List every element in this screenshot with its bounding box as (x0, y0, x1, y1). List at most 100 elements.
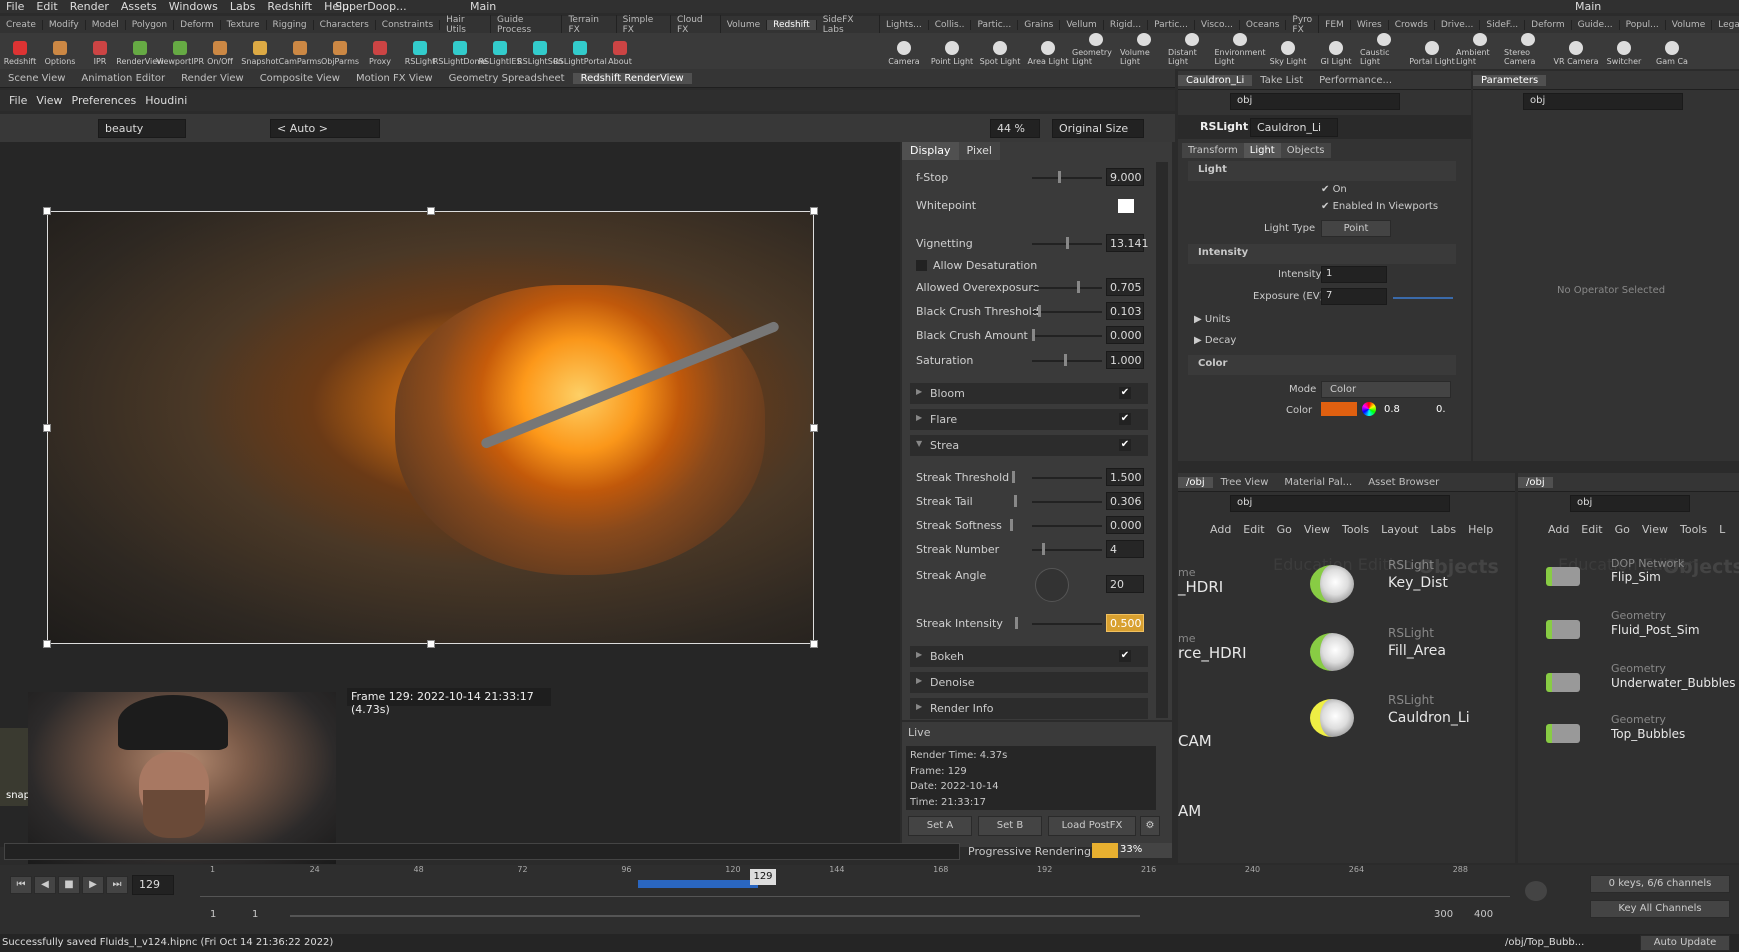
node-name[interactable]: Cauldron_Li (1388, 710, 1470, 727)
shelf-tab[interactable]: Rigid... (1104, 19, 1149, 30)
shelf-tab[interactable]: Lights... (880, 19, 929, 30)
denoise-section[interactable]: ▶ Denoise (910, 672, 1148, 693)
jump-start-icon[interactable]: ⏮ (10, 876, 32, 894)
net-left-label[interactable]: CAM (1178, 732, 1212, 750)
net-menu-item[interactable]: Tools (1680, 523, 1707, 536)
geo-node[interactable] (1546, 620, 1580, 639)
shelf-tab[interactable]: Wires (1351, 19, 1389, 30)
streak-softness-knob[interactable] (1010, 519, 1013, 531)
status-path[interactable]: /obj/Top_Bubb... (1505, 937, 1584, 948)
rv-menu-item[interactable]: File (9, 94, 27, 107)
shelf-tab[interactable]: Guide... (1572, 19, 1620, 30)
allow-desat-checkbox[interactable] (916, 260, 927, 271)
shelf-tab[interactable]: Pyro FX (1286, 14, 1320, 35)
flare-checkbox[interactable]: ✔ (1119, 413, 1131, 425)
tab-obj[interactable]: /obj (1178, 476, 1213, 488)
vignetting-knob[interactable] (1066, 237, 1069, 249)
flare-section[interactable]: ▶ Flare ✔ (910, 409, 1148, 430)
shelf-tab[interactable]: Redshift (767, 19, 817, 30)
geo-node[interactable] (1546, 724, 1580, 743)
shelf-tab[interactable]: FEM (1319, 19, 1351, 30)
rv-menu-item[interactable]: View (36, 94, 62, 107)
shelf-tab[interactable]: Deform (174, 19, 221, 30)
tab-light[interactable]: Light (1243, 143, 1281, 158)
saturation-slider[interactable] (1032, 360, 1102, 362)
shelf-tool-redshift[interactable]: Redshift (0, 33, 40, 69)
set-b-button[interactable]: Set B (978, 816, 1042, 836)
net-left-label[interactable]: rce_HDRI (1178, 644, 1247, 662)
key-all-channels-select[interactable]: Key All Channels (1590, 900, 1730, 918)
shelf-tool-about[interactable]: About (600, 33, 640, 69)
timeline-bar[interactable] (200, 877, 1510, 897)
gear-icon[interactable]: ⚙ (1140, 816, 1160, 836)
black-amount-value[interactable]: 0.000 (1106, 326, 1144, 344)
shelf-tab[interactable]: Terrain FX (562, 14, 617, 35)
shelf-tab[interactable]: Constraints (376, 19, 441, 30)
light-tool-volume-light[interactable]: Volume Light (1120, 33, 1168, 69)
menu-item[interactable]: Labs (230, 0, 256, 13)
saturation-value[interactable]: 1.000 (1106, 351, 1144, 369)
node-name-field[interactable]: Cauldron_Li (1250, 118, 1338, 137)
streak-softness-slider[interactable] (1032, 525, 1102, 527)
crop-handle[interactable] (810, 640, 818, 648)
rslight-node-cauldron[interactable] (1310, 699, 1354, 737)
vignetting-value[interactable]: 13.141 (1106, 234, 1149, 252)
on-checkbox[interactable]: ✔ On (1321, 184, 1347, 195)
streak-angle-dial[interactable] (1035, 568, 1069, 602)
shelf-tab[interactable]: Guide Process (491, 14, 563, 35)
shelf-tool-on-off[interactable]: On/Off (200, 33, 240, 69)
shelf-tool-rslightdome[interactable]: RSLightDome (433, 33, 487, 69)
light-tool-vr-camera[interactable]: VR Camera (1552, 33, 1600, 69)
play-back-icon[interactable]: ◀ (34, 876, 56, 894)
net-menu-item[interactable]: Edit (1243, 523, 1264, 536)
exposure-field[interactable]: 7 (1321, 288, 1387, 305)
fstop-knob[interactable] (1058, 171, 1061, 183)
main-selector-right[interactable]: Main (1575, 0, 1601, 13)
menu-item[interactable]: Assets (121, 0, 157, 13)
auto-update-button[interactable]: Auto Update (1640, 935, 1730, 951)
menu-item[interactable]: Edit (36, 0, 57, 13)
shelf-tab[interactable]: Texture (221, 19, 267, 30)
saturation-knob[interactable] (1064, 354, 1067, 366)
color-wheel-icon[interactable] (1362, 402, 1376, 416)
light-tool-portal-light[interactable]: Portal Light (1408, 33, 1456, 69)
streak-number-knob[interactable] (1042, 543, 1045, 555)
rslight-node-key[interactable] (1310, 565, 1354, 603)
start-frame[interactable]: 1 (210, 909, 216, 920)
shelf-tool-rslighties[interactable]: RSLightIES (478, 33, 522, 69)
net-menu-item[interactable]: Go (1615, 523, 1630, 536)
bokeh-checkbox[interactable]: ✔ (1119, 650, 1131, 662)
streak-tail-knob[interactable] (1014, 495, 1017, 507)
node-name[interactable]: Fluid_Post_Sim (1611, 622, 1700, 639)
units-section[interactable]: ▶ Units (1194, 314, 1230, 325)
render-info-section[interactable]: ▶ Render Info (910, 698, 1148, 719)
light-tool-sky-light[interactable]: Sky Light (1264, 33, 1312, 69)
shelf-tool-ipr[interactable]: IPR (80, 33, 120, 69)
shelf-tab[interactable]: Model (86, 19, 126, 30)
shelf-tab[interactable]: Partic... (971, 19, 1019, 30)
crop-handle[interactable] (43, 424, 51, 432)
decay-section[interactable]: ▶ Decay (1194, 335, 1236, 346)
enabled-viewports-checkbox[interactable]: ✔ Enabled In Viewports (1321, 201, 1438, 212)
shelf-tab[interactable]: Deform (1525, 19, 1572, 30)
node-name[interactable]: Key_Dist (1388, 575, 1448, 592)
tab-obj-2[interactable]: /obj (1518, 476, 1553, 488)
intensity-field[interactable]: 1 (1321, 266, 1387, 283)
frame-field[interactable]: 129 (132, 875, 174, 895)
net-menu-item[interactable]: L (1719, 523, 1725, 536)
color-swatch[interactable] (1321, 402, 1357, 416)
shelf-tab[interactable]: Rigging (267, 19, 314, 30)
net-menu-item[interactable]: Help (1468, 523, 1493, 536)
shelf-tool-rslightportal[interactable]: RSLightPortal (553, 33, 607, 69)
exposure-slider[interactable] (1393, 297, 1453, 299)
set-a-button[interactable]: Set A (908, 816, 972, 836)
pane-tab[interactable]: Composite View (252, 73, 348, 84)
streak-threshold-value[interactable]: 1.500 (1106, 468, 1144, 486)
allowed-over-knob[interactable] (1077, 281, 1080, 293)
tab-take-list[interactable]: Take List (1252, 75, 1311, 86)
allowed-over-slider[interactable] (1032, 287, 1102, 289)
size-select[interactable]: Original Size (1052, 119, 1144, 138)
rslight-node-fill[interactable] (1310, 633, 1354, 671)
shelf-tab[interactable]: Cloud FX (671, 14, 721, 35)
shelf-tool-renderview[interactable]: RenderView (116, 33, 164, 69)
